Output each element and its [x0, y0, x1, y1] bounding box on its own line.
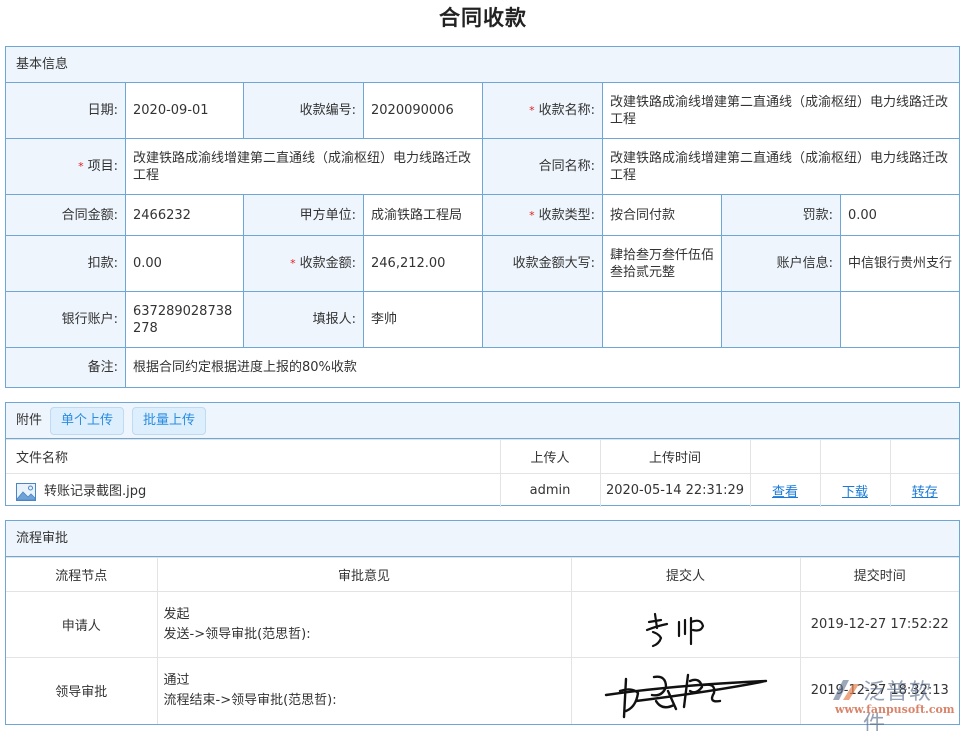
table-row: 申请人 发起 发送->领导审批(范思哲): 2019-12-27 17:52:2… — [6, 591, 959, 658]
view-cell: 查看 — [749, 473, 821, 507]
receipt-type-label: * 收款类型: — [483, 195, 603, 236]
receipt-no-value: 2020090006 — [364, 83, 483, 139]
col-opinion: 审批意见 — [156, 557, 572, 592]
page-title: 合同收款 — [439, 6, 527, 30]
submit-time-cell: 2019-12-27 17:52:22 — [799, 591, 959, 658]
opinion-cell: 发起 发送->领导审批(范思哲): — [156, 591, 572, 658]
col-action-view — [749, 439, 821, 474]
attachments-panel: 附件 单个上传 批量上传 文件名称 上传人 上传时间 转账记录截图.jpg ad… — [5, 402, 960, 507]
col-action-download — [819, 439, 891, 474]
receipt-name-value: 改建铁路成渝线增建第二直通线（成渝枢纽）电力线路迁改工程 — [603, 83, 959, 139]
required-mark: * — [529, 208, 535, 222]
file-name[interactable]: 转账记录截图.jpg — [44, 484, 146, 499]
signature-image — [604, 673, 767, 718]
file-name-cell: 转账记录截图.jpg — [6, 473, 501, 507]
download-cell: 下载 — [819, 473, 891, 507]
col-upload-time: 上传时间 — [599, 439, 751, 474]
batch-upload-button[interactable]: 批量上传 — [132, 406, 207, 435]
opinion-detail: 发送->领导审批(范思哲): — [163, 626, 311, 642]
col-submit-time: 提交时间 — [799, 557, 959, 592]
account-info-value: 中信银行贵州支行 — [841, 236, 959, 292]
opinion-detail: 流程结束->领导审批(范思哲): — [163, 692, 337, 708]
account-info-label: 账户信息: — [722, 236, 841, 292]
single-upload-button[interactable]: 单个上传 — [50, 406, 125, 435]
attachments-title: 附件 — [16, 413, 43, 428]
table-row: 转账记录截图.jpg admin 2020-05-14 22:31:29 查看 … — [6, 473, 959, 507]
empty-label-cell — [722, 292, 841, 348]
basic-info-panel: 基本信息 日期: 2020-09-01 收款编号: 2020090006 * 收款… — [5, 46, 960, 388]
empty-label-cell — [483, 292, 603, 348]
node-cell: 领导审批 — [6, 657, 158, 724]
required-mark: * — [529, 104, 535, 117]
remark-value: 根据合同约定根据进度上报的80%收款 — [126, 348, 959, 387]
submitter-signature-cell — [570, 591, 801, 658]
contract-name-value: 改建铁路成渝线增建第二直通线（成渝枢纽）电力线路迁改工程 — [603, 139, 959, 195]
empty-value-cell — [603, 292, 722, 348]
submit-time-cell: 2019-12-27 18:32:13 — [799, 657, 959, 724]
receipt-type-value: 按合同付款 — [603, 195, 722, 236]
reporter-label: 填报人: — [244, 292, 364, 348]
col-node: 流程节点 — [6, 557, 158, 592]
contract-name-label: 合同名称: — [483, 139, 603, 195]
empty-value-cell — [841, 292, 959, 348]
receipt-name-label: * 收款名称: — [483, 83, 603, 139]
deduction-label: 扣款: — [6, 236, 126, 292]
contract-amount-label: 合同金额: — [6, 195, 126, 236]
required-mark: * — [290, 257, 296, 270]
amount-in-words-label: 收款金额大写: — [483, 236, 603, 292]
bank-account-value: 637289028738278 — [126, 292, 244, 348]
project-label: * 项目: — [6, 139, 126, 195]
workflow-panel: 流程审批 流程节点 审批意见 提交人 提交时间 申请人 发起 发送->领导审批(… — [5, 520, 960, 731]
receipt-amount-value: 246,212.00 — [364, 236, 483, 292]
reporter-value: 李帅 — [364, 292, 483, 348]
penalty-value: 0.00 — [841, 195, 959, 236]
node-cell: 申请人 — [6, 591, 158, 658]
basic-info-header: 基本信息 — [6, 47, 959, 83]
workflow-table: 流程节点 审批意见 提交人 提交时间 申请人 发起 发送->领导审批(范思哲):… — [6, 557, 959, 724]
project-value: 改建铁路成渝线增建第二直通线（成渝枢纽）电力线路迁改工程 — [126, 139, 483, 195]
party-a-label: 甲方单位: — [244, 195, 364, 236]
view-link[interactable]: 查看 — [772, 485, 798, 500]
col-uploader: 上传人 — [499, 439, 601, 474]
col-file-name: 文件名称 — [6, 439, 501, 474]
date-value: 2020-09-01 — [126, 83, 244, 139]
party-a-value: 成渝铁路工程局 — [364, 195, 483, 236]
bank-account-label: 银行账户: — [6, 292, 126, 348]
receipt-amount-label: * 收款金额: — [244, 236, 364, 292]
opinion-cell: 通过 流程结束->领导审批(范思哲): — [156, 657, 572, 724]
remark-label: 备注: — [6, 348, 126, 387]
attachments-header: 附件 单个上传 批量上传 — [6, 403, 959, 439]
image-file-icon — [16, 482, 36, 501]
opinion-action: 发起 — [163, 606, 190, 622]
workflow-table-header: 流程节点 审批意见 提交人 提交时间 — [6, 557, 959, 592]
workflow-header: 流程审批 — [6, 521, 959, 557]
table-row: 领导审批 通过 流程结束->领导审批(范思哲): 2019-12-27 18:3… — [6, 657, 959, 724]
signature-image — [645, 612, 704, 647]
amount-in-words-value: 肆拾叁万叁仟伍佰叁拾贰元整 — [603, 236, 722, 292]
col-submitter: 提交人 — [570, 557, 801, 592]
opinion-action: 通过 — [163, 672, 190, 688]
download-link[interactable]: 下载 — [842, 485, 868, 500]
upload-time-cell: 2020-05-14 22:31:29 — [599, 473, 751, 507]
required-mark: * — [78, 160, 84, 173]
save-cell: 转存 — [889, 473, 959, 507]
penalty-label: 罚款: — [722, 195, 841, 236]
date-label: 日期: — [6, 83, 126, 139]
receipt-no-label: 收款编号: — [244, 83, 364, 139]
save-to-link[interactable]: 转存 — [912, 485, 938, 500]
contract-amount-value: 2466232 — [126, 195, 244, 236]
col-action-save — [889, 439, 959, 474]
attachments-table-header: 文件名称 上传人 上传时间 — [6, 439, 959, 474]
uploader-cell: admin — [499, 473, 601, 507]
deduction-value: 0.00 — [126, 236, 244, 292]
submitter-signature-cell — [570, 657, 801, 724]
attachments-table: 文件名称 上传人 上传时间 转账记录截图.jpg admin 2020-05-1… — [6, 439, 959, 507]
